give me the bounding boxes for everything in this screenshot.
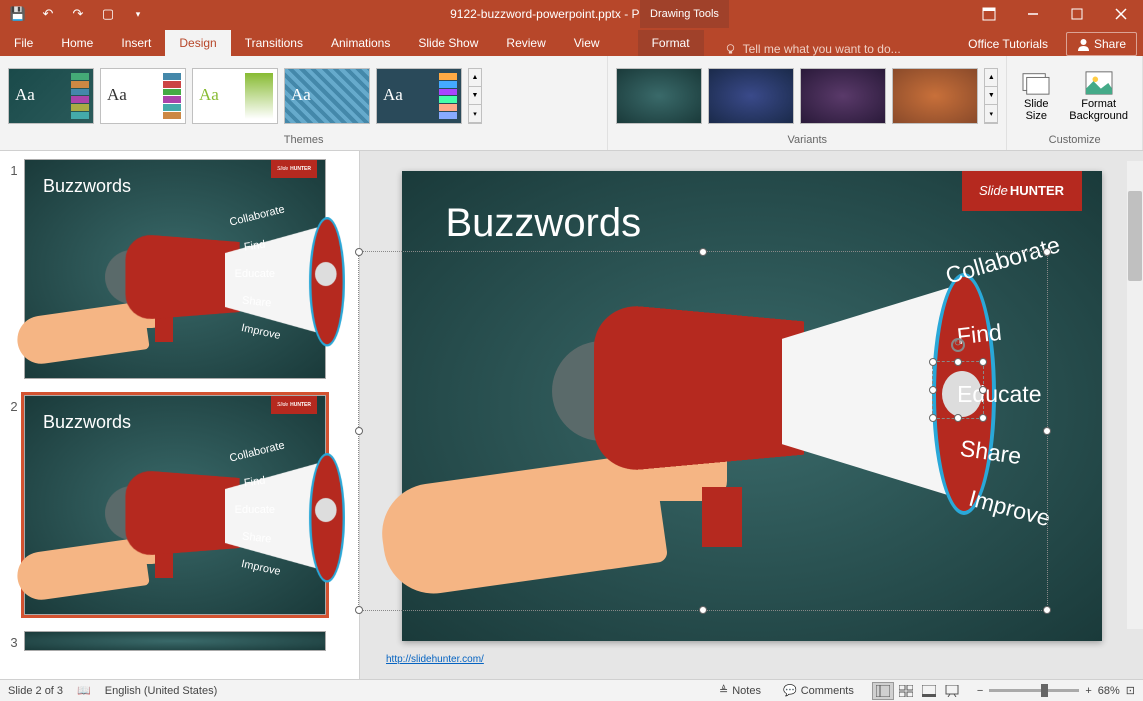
view-buttons: [872, 682, 963, 700]
maximize-button[interactable]: [1055, 0, 1099, 28]
minimize-button[interactable]: [1011, 0, 1055, 28]
close-button[interactable]: [1099, 0, 1143, 28]
canvas-area: Buzzwords SlideHUNTER Collaborate Find E…: [360, 151, 1143, 679]
logo-ribbon[interactable]: SlideHUNTER: [962, 171, 1082, 211]
redo-button[interactable]: ↷: [64, 1, 92, 27]
ribbon-options-button[interactable]: [967, 0, 1011, 28]
sorter-view-button[interactable]: [895, 682, 917, 700]
reading-view-button[interactable]: [918, 682, 940, 700]
variant-option[interactable]: [800, 68, 886, 124]
zoom-out-button[interactable]: −: [977, 685, 983, 697]
theme-option[interactable]: Aa: [192, 68, 278, 124]
group-selection-box[interactable]: [358, 251, 1048, 611]
ribbon: Aa Aa Aa Aa Aa ▲▼▾ Themes ▲▼▾ Variants S…: [0, 56, 1143, 151]
tab-format[interactable]: Format: [638, 30, 704, 56]
language-status[interactable]: English (United States): [105, 685, 218, 697]
themes-dropdown[interactable]: ▲▼▾: [468, 68, 482, 124]
title-bar: 💾 ↶ ↷ ▢ ▾ 9122-buzzword-powerpoint.pptx …: [0, 0, 1143, 28]
format-background-button[interactable]: Format Background: [1063, 68, 1134, 124]
slide-thumbnail[interactable]: [24, 631, 326, 651]
format-background-icon: [1084, 70, 1114, 96]
slide-thumbnail[interactable]: Buzzwords SlideHUNTER Collaborate Find E…: [24, 159, 326, 379]
slide-size-button[interactable]: Slide Size: [1015, 68, 1057, 124]
spellcheck-icon[interactable]: 📖: [77, 684, 91, 697]
resize-handle[interactable]: [1043, 427, 1051, 435]
zoom-slider[interactable]: [989, 689, 1079, 692]
tab-animations[interactable]: Animations: [317, 30, 404, 56]
theme-option[interactable]: Aa: [8, 68, 94, 124]
fit-to-window-button[interactable]: ⊡: [1126, 684, 1135, 697]
tab-review[interactable]: Review: [492, 30, 559, 56]
lightbulb-icon: [724, 43, 737, 56]
vertical-scrollbar[interactable]: [1127, 161, 1143, 629]
themes-group: Aa Aa Aa Aa Aa ▲▼▾ Themes: [0, 56, 608, 150]
save-button[interactable]: 💾: [4, 1, 32, 27]
quick-access-toolbar: 💾 ↶ ↷ ▢ ▾: [0, 1, 152, 27]
theme-option[interactable]: Aa: [284, 68, 370, 124]
tab-file[interactable]: File: [0, 30, 47, 56]
theme-option[interactable]: Aa: [376, 68, 462, 124]
zoom-handle[interactable]: [1041, 684, 1048, 697]
variants-dropdown[interactable]: ▲▼▾: [984, 68, 998, 124]
customize-group: Slide Size Format Background Customize: [1007, 56, 1143, 150]
slide-title[interactable]: Buzzwords: [446, 201, 642, 246]
comments-button[interactable]: 💬 Comments: [779, 682, 858, 699]
slideshow-view-button[interactable]: [941, 682, 963, 700]
slide-counter[interactable]: Slide 2 of 3: [8, 685, 63, 697]
tab-home[interactable]: Home: [47, 30, 107, 56]
resize-handle[interactable]: [699, 248, 707, 256]
resize-handle[interactable]: [699, 606, 707, 614]
variant-option[interactable]: [892, 68, 978, 124]
tell-me-search[interactable]: Tell me what you want to do...: [704, 42, 969, 56]
person-icon: [1077, 38, 1090, 51]
contextual-tab-label: Drawing Tools: [640, 0, 729, 28]
slide-size-icon: [1021, 70, 1051, 96]
tab-transitions[interactable]: Transitions: [231, 30, 317, 56]
resize-handle[interactable]: [1043, 606, 1051, 614]
tab-insert[interactable]: Insert: [107, 30, 165, 56]
window-controls: [967, 0, 1143, 28]
variant-option[interactable]: [708, 68, 794, 124]
office-tutorials-link[interactable]: Office Tutorials: [968, 37, 1048, 51]
zoom-in-button[interactable]: +: [1085, 685, 1091, 697]
zoom-level[interactable]: 68%: [1098, 685, 1120, 697]
share-button[interactable]: Share: [1066, 32, 1137, 56]
resize-handle[interactable]: [355, 606, 363, 614]
scrollbar-thumb[interactable]: [1128, 191, 1142, 281]
slide-thumbnail[interactable]: Buzzwords SlideHUNTER Collaborate Find E…: [24, 395, 326, 615]
tab-design[interactable]: Design: [165, 30, 230, 56]
tab-view[interactable]: View: [560, 30, 614, 56]
variant-option[interactable]: [616, 68, 702, 124]
undo-button[interactable]: ↶: [34, 1, 62, 27]
slides-panel[interactable]: 1 Buzzwords SlideHUNTER Collaborate Find…: [0, 151, 360, 679]
notes-button[interactable]: ≜ Notes: [715, 682, 765, 699]
resize-handle[interactable]: [355, 248, 363, 256]
resize-handle[interactable]: [1043, 248, 1051, 256]
status-bar: Slide 2 of 3 📖 English (United States) ≜…: [0, 679, 1143, 701]
normal-view-button[interactable]: [872, 682, 894, 700]
tab-slideshow[interactable]: Slide Show: [404, 30, 492, 56]
source-link[interactable]: http://slidehunter.com/: [386, 654, 484, 665]
ribbon-tabs: File Home Insert Design Transitions Anim…: [0, 28, 1143, 56]
variants-group: ▲▼▾ Variants: [608, 56, 1007, 150]
start-from-beginning-button[interactable]: ▢: [94, 1, 122, 27]
slide-number: 3: [4, 631, 24, 651]
work-area: 1 Buzzwords SlideHUNTER Collaborate Find…: [0, 151, 1143, 679]
qat-customize[interactable]: ▾: [124, 1, 152, 27]
resize-handle[interactable]: [355, 427, 363, 435]
theme-option[interactable]: Aa: [100, 68, 186, 124]
slide-canvas[interactable]: Buzzwords SlideHUNTER Collaborate Find E…: [402, 171, 1102, 641]
zoom-controls: − + 68% ⊡: [977, 684, 1135, 697]
